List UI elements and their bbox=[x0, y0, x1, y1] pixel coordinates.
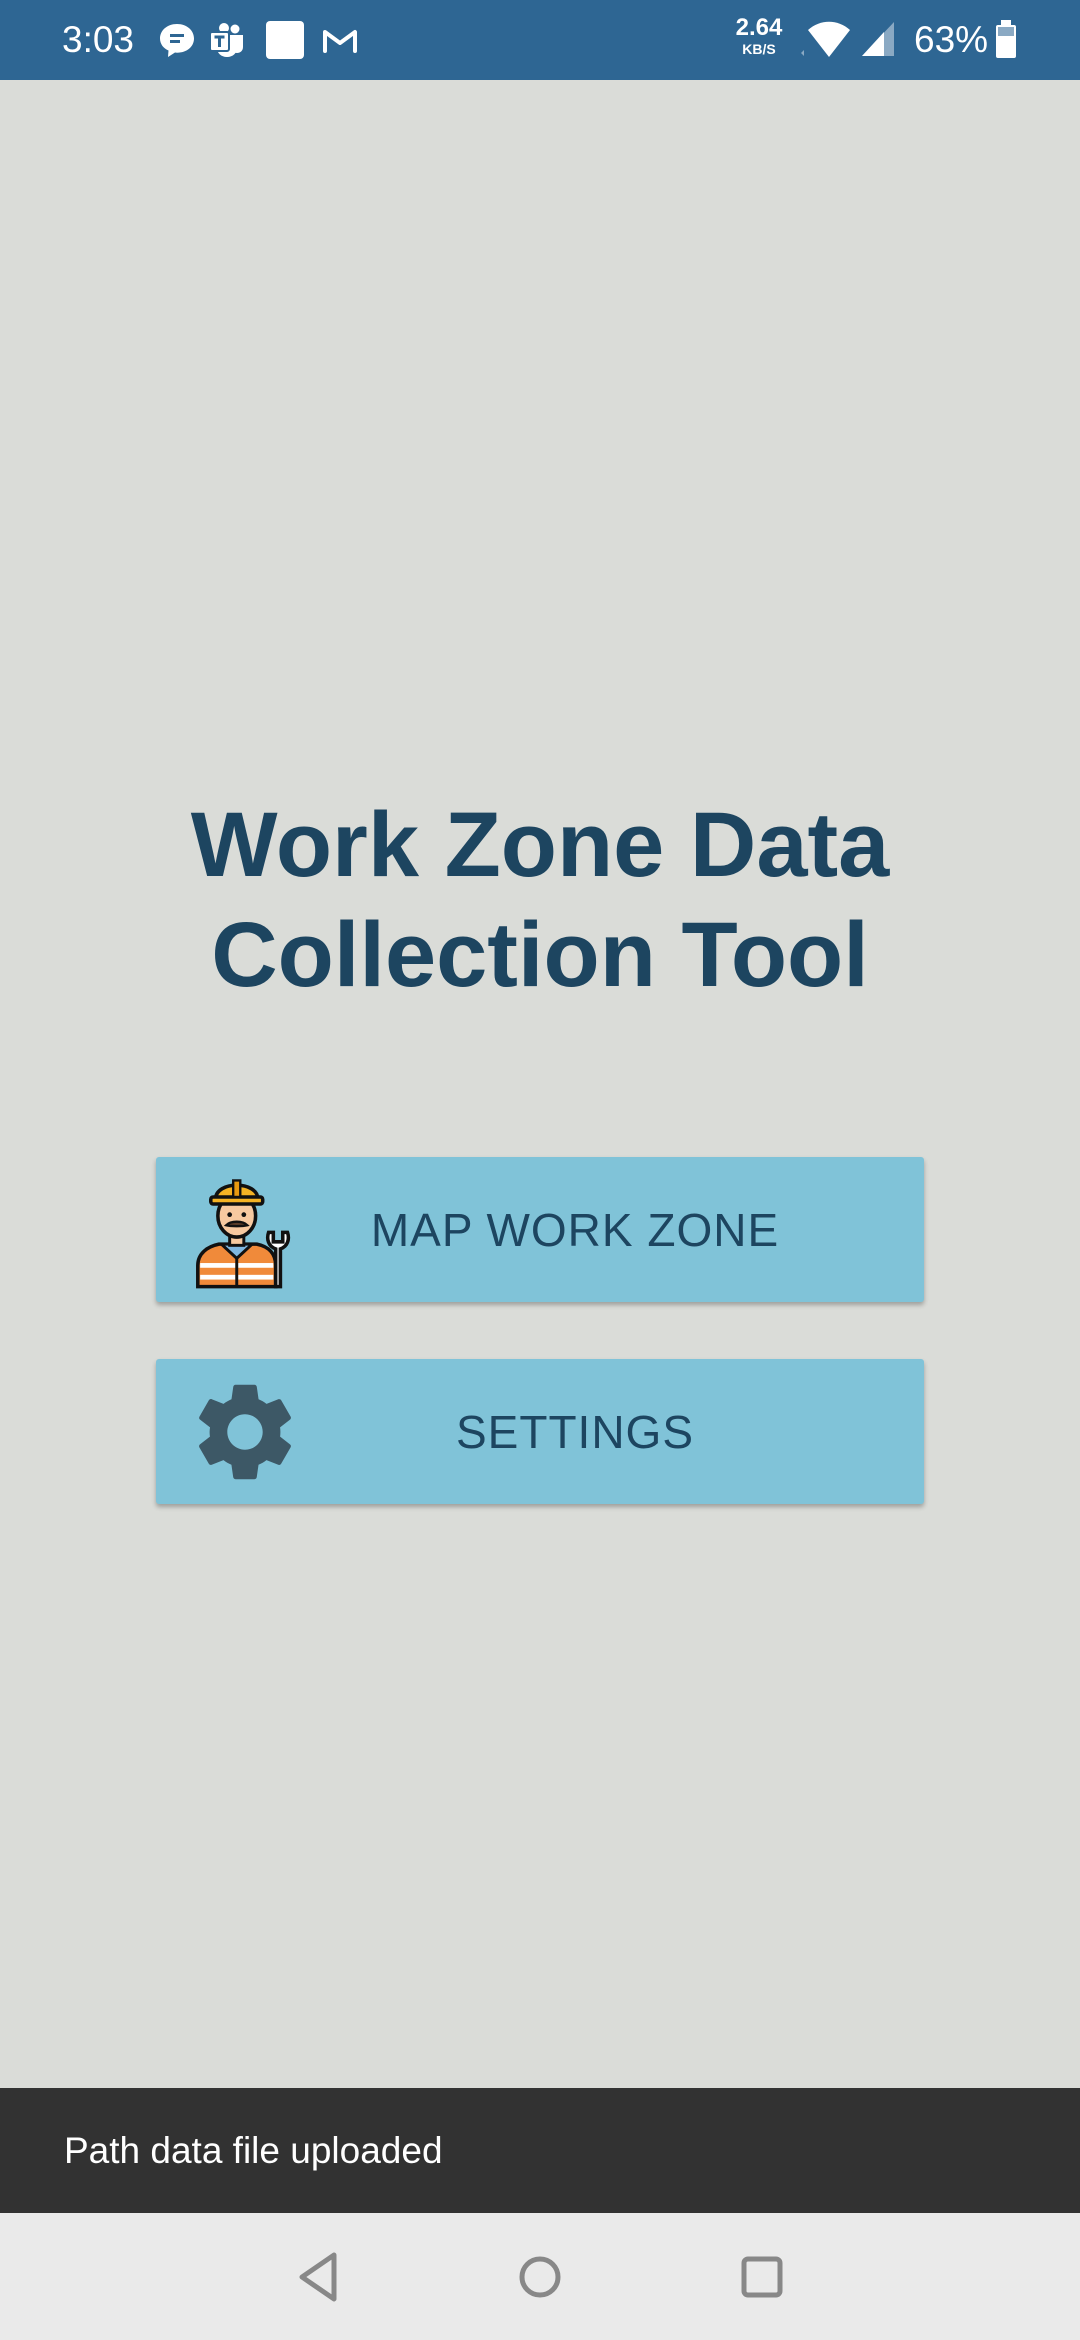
cell-signal-icon bbox=[862, 22, 894, 56]
page-title-line-2: Collection Tool bbox=[211, 904, 869, 1006]
chat-bubble-icon bbox=[160, 24, 194, 57]
status-bar: 3:03 2.64 KB/S 63% bbox=[0, 0, 1080, 80]
page-title: Work Zone Data Collection Tool bbox=[0, 790, 1080, 1010]
recents-icon[interactable] bbox=[732, 2247, 792, 2307]
network-speed-indicator: 2.64 KB/S bbox=[730, 14, 788, 57]
navigation-bar bbox=[0, 2213, 1080, 2340]
settings-label: SETTINGS bbox=[455, 1405, 695, 1458]
settings-button[interactable]: SETTINGS bbox=[156, 1359, 924, 1504]
net-speed-value: 2.64 bbox=[735, 14, 783, 41]
wifi-icon bbox=[801, 21, 850, 57]
battery-icon bbox=[996, 20, 1016, 58]
net-speed-unit: KB/S bbox=[742, 41, 776, 57]
gmail-icon bbox=[323, 30, 357, 53]
snackbar: Path data file uploaded bbox=[0, 2088, 1080, 2213]
map-work-zone-label: MAP WORK ZONE bbox=[370, 1203, 780, 1256]
teams-icon bbox=[209, 23, 243, 57]
back-icon[interactable] bbox=[290, 2247, 350, 2307]
snackbar-message: Path data file uploaded bbox=[64, 2130, 443, 2171]
battery-percent: 63% bbox=[914, 19, 989, 60]
status-time: 3:03 bbox=[62, 19, 135, 60]
map-work-zone-button[interactable]: MAP WORK ZONE bbox=[156, 1157, 924, 1302]
blank-square-icon bbox=[266, 21, 304, 59]
page-title-line-1: Work Zone Data bbox=[190, 794, 890, 896]
home-icon[interactable] bbox=[510, 2247, 570, 2307]
